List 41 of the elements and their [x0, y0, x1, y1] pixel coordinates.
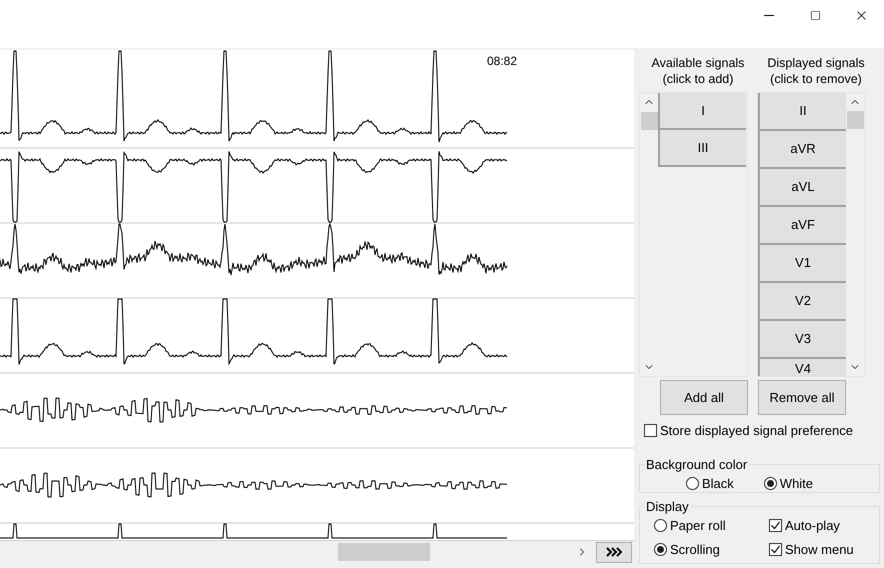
- minimize-icon: [764, 14, 774, 16]
- radio-button[interactable]: [654, 542, 667, 556]
- horizontal-scrollbar[interactable]: [0, 540, 634, 563]
- checkbox-label: Show menu: [785, 540, 854, 558]
- signal-button[interactable]: V3: [758, 321, 846, 359]
- action-button[interactable]: Add all: [660, 380, 748, 415]
- radio-label: Black: [702, 475, 734, 493]
- group-label: Display: [645, 498, 690, 516]
- signal-button[interactable]: aVF: [758, 207, 846, 245]
- radio-label: White: [780, 475, 814, 493]
- fast-forward-icon: [606, 547, 622, 557]
- maximize-icon: [810, 10, 820, 20]
- scroll-thumb[interactable]: [640, 112, 658, 130]
- signal-button[interactable]: V4: [758, 359, 846, 376]
- column-heading: (click to add): [662, 71, 734, 87]
- checkbox-label: Auto-play: [785, 517, 840, 535]
- scroll-thumb[interactable]: [338, 543, 430, 561]
- radio-button[interactable]: [764, 477, 777, 490]
- radio-button[interactable]: [654, 519, 667, 532]
- column-heading: Available signals: [652, 55, 744, 71]
- time-label: 08:82: [487, 53, 518, 70]
- signal-button[interactable]: II: [758, 93, 846, 131]
- column-heading: (click to remove): [770, 71, 862, 87]
- radio-button[interactable]: [686, 477, 699, 490]
- action-button[interactable]: Remove all: [758, 380, 846, 415]
- signal-button[interactable]: III: [658, 130, 746, 167]
- signal-button[interactable]: aVL: [758, 169, 846, 207]
- radio-label: Paper roll: [670, 517, 726, 535]
- signal-button[interactable]: I: [658, 93, 746, 130]
- signal-button[interactable]: V1: [758, 245, 846, 283]
- checkbox[interactable]: [769, 542, 782, 556]
- signal-button[interactable]: V2: [758, 283, 846, 321]
- group-label: Background color: [645, 456, 748, 474]
- column-heading: Displayed signals: [767, 55, 865, 71]
- radio-label: Scrolling: [670, 540, 720, 559]
- scroll-thumb[interactable]: [846, 111, 864, 129]
- checkbox-label: Store displayed signal preference: [660, 422, 853, 440]
- checkbox[interactable]: [769, 519, 782, 532]
- signal-button[interactable]: aVR: [758, 131, 846, 169]
- fast-forward-button[interactable]: [596, 542, 632, 562]
- checkbox[interactable]: [644, 424, 657, 438]
